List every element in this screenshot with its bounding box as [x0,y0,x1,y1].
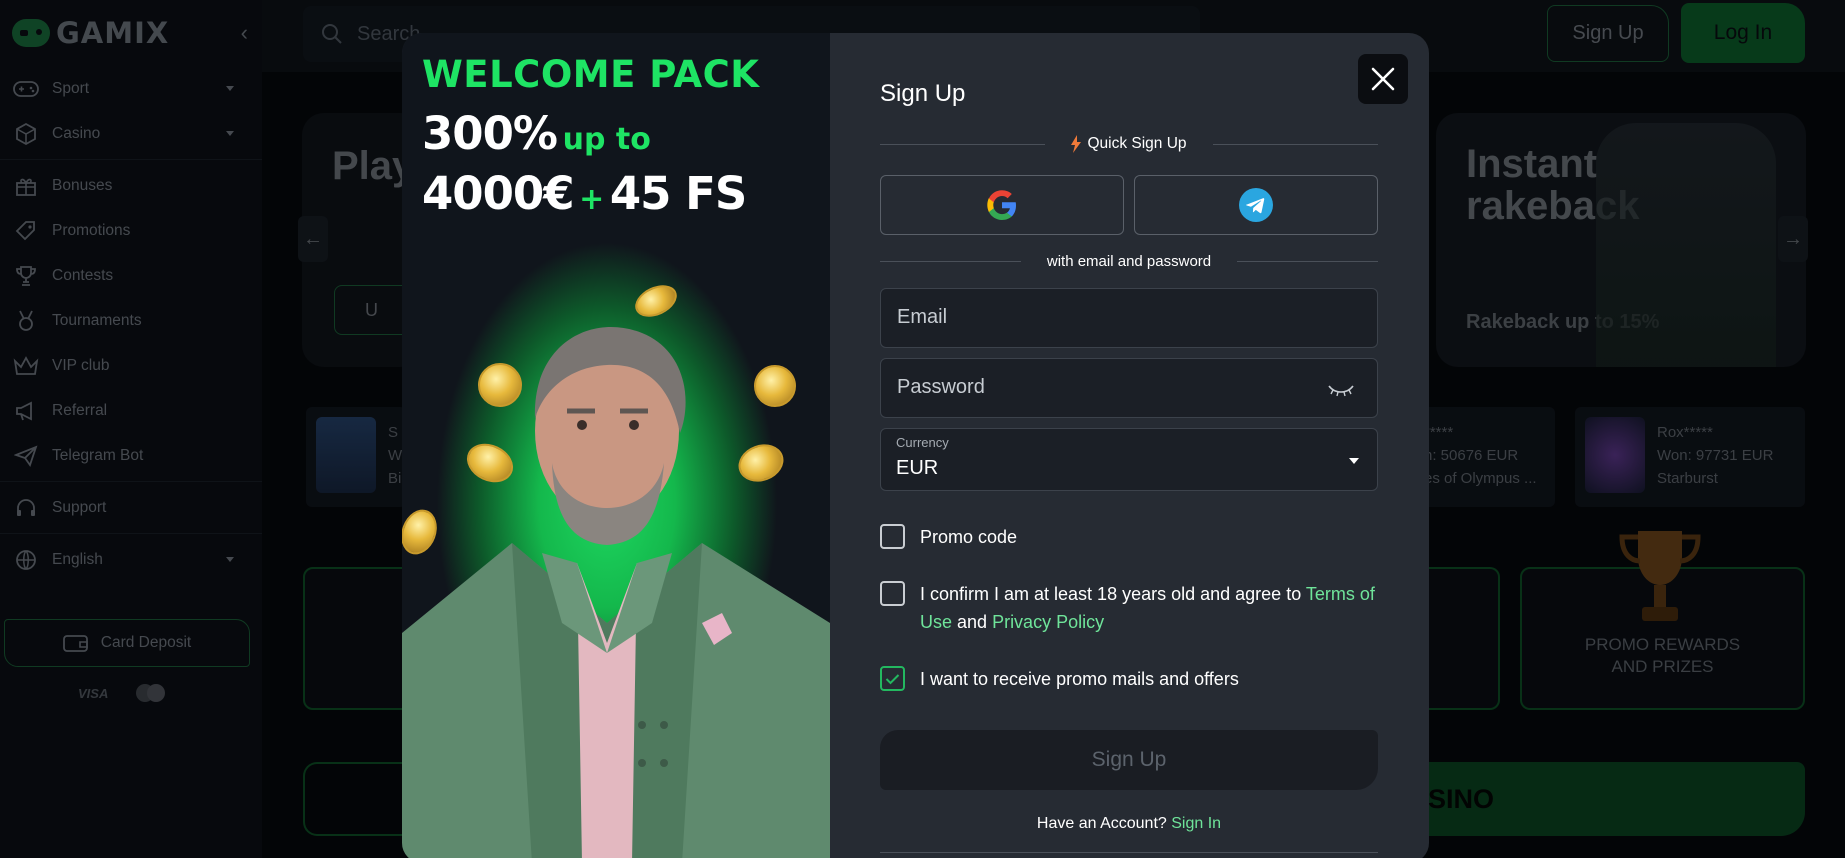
offer-percent: 300% [422,107,558,160]
currency-label: Currency [896,435,949,450]
email-field[interactable]: Email [880,288,1378,348]
chevron-down-icon [1349,458,1359,464]
close-icon [1370,66,1396,92]
promo-code-checkbox[interactable] [880,524,905,549]
password-field[interactable]: Password [880,358,1378,418]
close-button[interactable] [1358,54,1408,104]
signup-submit-button[interactable]: Sign Up [880,730,1378,790]
welcome-offer: 300% up to 4000€ + 45 FS [422,107,747,229]
email-divider-label: with email and password [1046,253,1212,270]
eye-closed-icon[interactable] [1327,383,1355,397]
divider [880,852,1378,853]
google-signup-button[interactable] [880,175,1124,235]
email-divider: with email and password [880,253,1378,270]
telegram-icon [1239,188,1273,222]
email-placeholder: Email [897,306,948,328]
offer-freespins: 45 FS [609,167,747,220]
welcome-pack-title: WELCOME PACK [422,53,760,96]
checkmark-icon [885,673,900,684]
currency-value: EUR [896,457,939,479]
age-terms-row[interactable]: I confirm I am at least 18 years old and… [880,580,1378,636]
password-placeholder: Password [897,376,985,398]
signup-title: Sign Up [880,80,966,107]
have-account-row: Have an Account? Sign In [880,815,1378,833]
offer-up-to: up to [562,122,651,157]
lightning-icon [1071,135,1082,153]
telegram-signup-button[interactable] [1134,175,1378,235]
privacy-policy-link[interactable]: Privacy Policy [992,612,1104,632]
quick-signup-label: Quick Sign Up [1087,135,1187,152]
promo-mails-checkbox[interactable] [880,666,905,691]
sign-in-link[interactable]: Sign In [1171,815,1221,832]
age-terms-text-part: I confirm I am at least 18 years old and… [920,584,1306,604]
offer-plus: + [579,182,605,217]
promo-mails-label: I want to receive promo mails and offers [920,669,1239,689]
offer-amount: 4000€ [422,167,575,220]
quick-signup-divider: Quick Sign Up [880,135,1379,153]
have-account-text: Have an Account? [1036,815,1167,832]
google-icon [985,188,1019,222]
currency-select[interactable]: Currency EUR [880,428,1378,491]
age-terms-checkbox[interactable] [880,581,905,606]
promo-mails-row[interactable]: I want to receive promo mails and offers [880,665,1239,693]
age-terms-and: and [952,612,993,632]
man-in-suit-image [402,326,830,858]
promo-code-label: Promo code [920,527,1018,547]
promo-code-row[interactable]: Promo code [880,523,1017,551]
age-terms-text: I confirm I am at least 18 years old and… [920,580,1378,636]
welcome-pack-panel: WELCOME PACK 300% up to 4000€ + 45 FS [402,33,830,858]
